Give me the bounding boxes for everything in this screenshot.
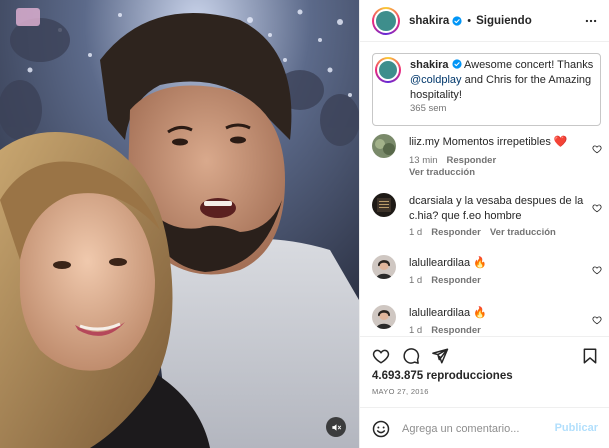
commenter-avatar[interactable] (372, 255, 396, 279)
comment-item: lalulleardilaa 🔥 1 d Responder (372, 302, 604, 335)
reply-button[interactable]: Responder (431, 325, 481, 335)
comment-input[interactable] (402, 420, 552, 438)
commenter-avatar[interactable] (372, 305, 396, 329)
verified-badge-icon (452, 15, 462, 26)
author-avatar[interactable] (372, 6, 400, 35)
comment-item: lalulleardilaa 🔥 1 d Responder (372, 252, 604, 292)
like-comment-heart-icon[interactable] (592, 144, 602, 154)
see-translation-button[interactable]: Ver traducción (490, 227, 556, 238)
comment-time: 1 d (409, 325, 423, 335)
comment-text: lalulleardilaa 🔥 (409, 257, 487, 269)
see-translation-button[interactable]: Ver traducción (409, 167, 475, 178)
comment-time: 1 d (409, 275, 423, 286)
caption-timestamp: 365 sem (410, 103, 447, 114)
comment-meta-translate: Ver traducción (409, 167, 484, 178)
mute-button[interactable] (326, 417, 346, 437)
like-comment-heart-icon[interactable] (592, 315, 602, 325)
commenter-username[interactable]: dcarsiala (409, 195, 453, 207)
add-comment-bar: Publicar (360, 407, 609, 448)
comment-bubble-icon[interactable] (402, 347, 420, 365)
commenter-username[interactable]: liiz.my (409, 136, 440, 148)
view-count[interactable]: 4.693.875 reproducciones (372, 370, 513, 382)
concert-selfie-image (0, 0, 359, 448)
like-comment-heart-icon[interactable] (592, 265, 602, 275)
comment-text: lalulleardilaa 🔥 (409, 307, 487, 319)
caption-body-start: Awesome concert! Thanks (461, 59, 594, 71)
reply-button[interactable]: Responder (447, 155, 497, 166)
comment-time: 13 min (409, 155, 438, 166)
author-username[interactable]: shakira (409, 15, 449, 27)
verified-badge-icon (451, 59, 462, 69)
post-header: shakira • Siguiendo (360, 0, 609, 42)
commenter-username[interactable]: lalulleardilaa (409, 257, 470, 269)
comment-item: dcarsiala y la vesaba despues de la c.hi… (372, 190, 604, 242)
post-video[interactable] (0, 0, 359, 448)
caption-mention-link[interactable]: @coldplay (410, 74, 462, 86)
comments-list[interactable]: liiz.my Momentos irrepetibles ❤️ 13 min R… (360, 128, 609, 335)
comment-item: liiz.my Momentos irrepetibles ❤️ 13 min R… (372, 131, 604, 181)
publish-button[interactable]: Publicar (555, 422, 598, 434)
more-options-icon[interactable] (584, 14, 598, 28)
post-details-pane: shakira • Siguiendo shakira Awesome conc… (359, 0, 609, 448)
emoji-icon[interactable] (372, 420, 390, 438)
save-bookmark-icon[interactable] (581, 347, 599, 365)
caption-text: shakira Awesome concert! Thanks @coldpla… (410, 58, 600, 103)
comment-time: 1 d (409, 227, 423, 238)
share-paper-plane-icon[interactable] (431, 347, 449, 365)
following-button[interactable]: Siguiendo (476, 15, 532, 27)
reply-button[interactable]: Responder (431, 227, 481, 238)
speaker-muted-icon (331, 423, 341, 431)
commenter-avatar[interactable] (372, 193, 396, 217)
comment-text: liiz.my Momentos irrepetibles ❤️ (409, 136, 568, 148)
commenter-avatar[interactable] (372, 134, 396, 158)
caption: shakira Awesome concert! Thanks @coldpla… (372, 53, 601, 126)
comment-meta: 1 d Responder (409, 325, 490, 335)
like-comment-heart-icon[interactable] (592, 203, 602, 213)
commenter-username[interactable]: lalulleardilaa (409, 307, 470, 319)
caption-avatar[interactable] (375, 57, 401, 83)
comment-meta: 1 d Responder Ver traducción (409, 227, 565, 238)
caption-username[interactable]: shakira (410, 59, 449, 71)
reply-button[interactable]: Responder (431, 275, 481, 286)
separator-dot: • (467, 14, 472, 27)
comment-text: dcarsiala y la vesaba despues de la c.hi… (409, 195, 584, 222)
like-heart-icon[interactable] (372, 347, 390, 365)
comment-meta: 13 min Responder (409, 155, 505, 166)
post-date: MAYO 27, 2016 (372, 387, 429, 396)
comment-meta: 1 d Responder (409, 275, 490, 286)
